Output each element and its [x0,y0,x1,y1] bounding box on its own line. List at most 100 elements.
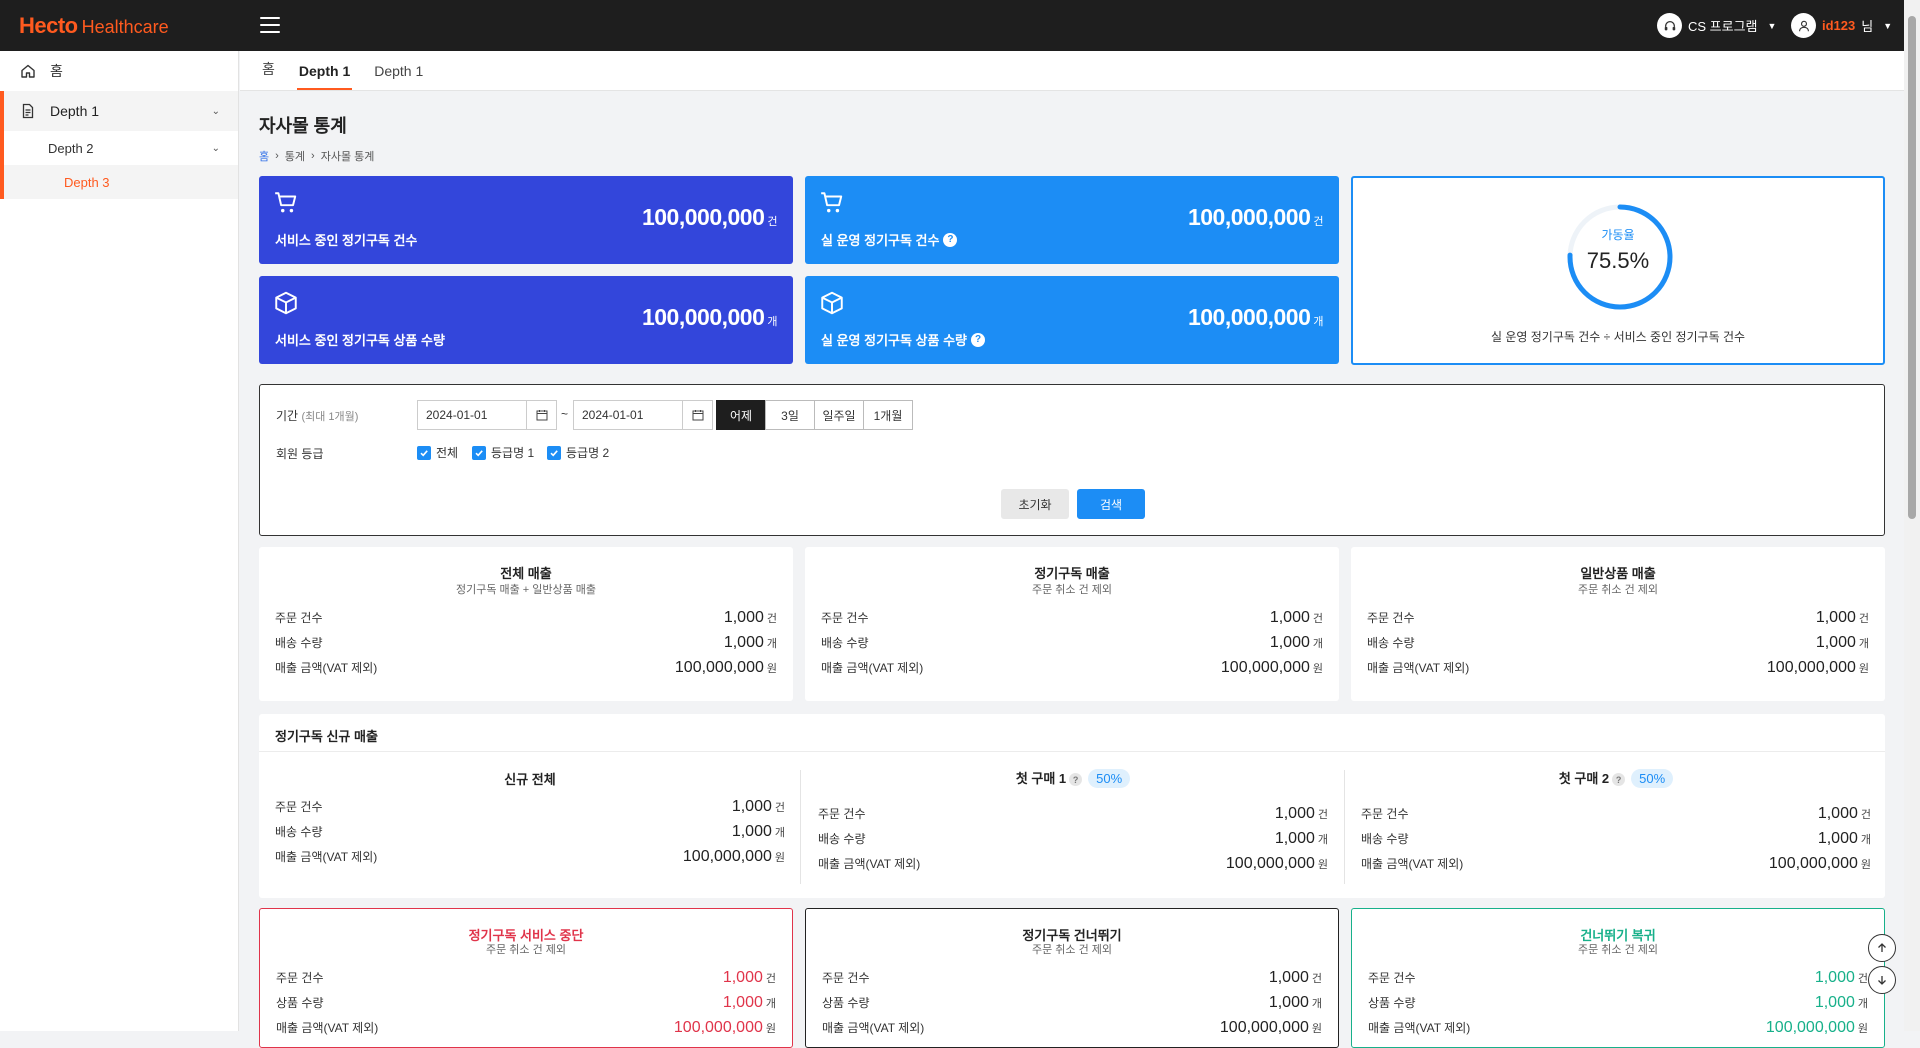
range-yesterday-button[interactable]: 어제 [716,400,766,430]
stat-row: 상품 수량 1,000 개 [276,994,776,1011]
brand-logo[interactable]: Hecto Healthcare [19,13,169,39]
breadcrumb-home[interactable]: 홈 [259,148,269,164]
new-sales-first-purchase-1-column: 첫 구매 1? 50% 주문 건수 1,000 건 배송 수량 1,000 개 매출 금액… [802,751,1344,898]
chevron-down-icon: ⌄ [211,142,220,154]
kpi-label: 실 운영 정기구독 건수? [821,230,958,249]
kpi-label: 실 운영 정기구독 상품 수량? [821,330,986,349]
scroll-bottom-button[interactable] [1868,966,1896,994]
column-title: 신규 전체 [504,772,556,787]
tab-depth1[interactable]: Depth 1 [372,63,425,90]
section-title: 정기구독 신규 매출 [275,729,378,744]
tab-bar: 홈 Depth 1 Depth 1 [240,51,1904,91]
breadcrumb-separator-icon: › [275,150,279,162]
kpi-value: 100,000,000 개 [641,304,778,330]
chevron-down-icon: ▼ [1883,20,1893,31]
user-icon [1791,13,1816,38]
sidebar-item-label: 홈 [50,63,63,79]
chevron-down-icon: ⌄ [211,105,220,117]
menu-toggle-icon[interactable] [260,17,280,33]
reset-button[interactable]: 초기화 [1001,489,1069,519]
document-icon [22,103,34,119]
headset-icon [1657,13,1682,38]
scroll-top-button[interactable] [1868,934,1896,962]
breadcrumb-item[interactable]: 통계 [285,148,305,164]
status-card-skip-return: 건너뛰기 복귀 주문 취소 건 제외 주문 건수 1,000 건 상품 수량 1,00… [1351,908,1885,1048]
date-to-input[interactable]: 2024-01-01 [573,400,713,430]
user-suffix: 님 [1861,19,1874,34]
page-scrollbar[interactable] [1904,0,1920,1031]
status-card-skip: 정기구독 건너뛰기 주문 취소 건 제외 주문 건수 1,000 건 상품 수량 1,… [805,908,1339,1048]
card-subtitle: 주문 취소 건 제외 [1577,944,1658,956]
grade-1-checkbox[interactable]: 등급명 1 [472,444,534,461]
scrollbar-thumb[interactable] [1908,16,1916,519]
stat-row: 매출 금액(VAT 제외) 100,000,000 원 [1368,1019,1868,1036]
new-sales-first-purchase-2-column: 첫 구매 2? 50% 주문 건수 1,000 건 배송 수량 1,000 개 매출 금액… [1345,751,1887,898]
tab-home[interactable]: 홈 [260,59,277,90]
card-subtitle: 주문 취소 건 제외 [1577,584,1658,596]
tab-depth1-active[interactable]: Depth 1 [296,63,353,90]
gauge-value: 75.5% [1586,248,1650,273]
grade-all-checkbox[interactable]: 전체 [417,444,458,461]
utilization-gauge-card: 가동율 75.5% 실 운영 정기구독 건수 ÷ 서비스 중인 정기구독 건수 [1351,176,1885,365]
stat-row: 주문 건수 1,000 건 [1367,609,1869,626]
chevron-down-icon: ▼ [1767,20,1777,31]
sidebar-item-depth1[interactable]: Depth 1 ⌄ [0,91,238,131]
help-icon[interactable]: ? [1612,773,1626,787]
sidebar-item-home[interactable]: 홈 [0,51,238,91]
date-from-input[interactable]: 2024-01-01 [417,400,557,430]
help-icon[interactable]: ? [943,232,958,247]
kpi-card-active-products: 서비스 중인 정기구독 상품 수량 100,000,000 개 [259,276,793,364]
card-title: 전체 매출 [500,566,552,581]
range-week-button[interactable]: 일주일 [814,400,864,430]
stat-row: 매출 금액(VAT 제외) 100,000,000 원 [822,1019,1322,1036]
sidebar-item-depth3[interactable]: Depth 3 [0,165,238,199]
stat-row: 배송 수량 1,000 개 [275,823,785,840]
stat-row: 매출 금액(VAT 제외) 100,000,000 원 [1367,659,1869,676]
grade-2-checkbox[interactable]: 등급명 2 [547,444,609,461]
kpi-card-operating-subscriptions: 실 운영 정기구독 건수? 100,000,000 건 [805,176,1339,264]
stat-row: 주문 건수 1,000 건 [1368,969,1868,986]
stat-row: 배송 수량 1,000 개 [818,830,1328,847]
cs-program-menu[interactable]: CS 프로그램 ▼ [1657,13,1776,38]
stat-row: 주문 건수 1,000 건 [1361,805,1871,822]
kpi-card-active-subscriptions: 서비스 중인 정기구독 건수 100,000,000 건 [259,176,793,264]
calendar-icon[interactable] [526,401,556,429]
sales-card-subscription: 정기구독 매출 주문 취소 건 제외 주문 건수 1,000 건 배송 수량 1,00… [805,547,1339,701]
user-menu[interactable]: id123 님 ▼ [1791,13,1892,38]
stat-row: 매출 금액(VAT 제외) 100,000,000 원 [276,1019,776,1036]
kpi-label: 서비스 중인 정기구독 건수 [275,233,418,248]
card-subtitle: 정기구독 매출 + 일반상품 매출 [455,584,597,596]
stat-row: 매출 금액(VAT 제외) 100,000,000 원 [821,659,1323,676]
period-label: 기간 (최대 1개월) [276,409,359,423]
user-id: id123 [1822,18,1856,33]
stat-row: 배송 수량 1,000 개 [275,634,777,651]
status-card-service-stop: 정기구독 서비스 중단 주문 취소 건 제외 주문 건수 1,000 건 상품 수량… [259,908,793,1048]
arrow-up-icon [1878,943,1886,952]
help-icon[interactable]: ? [1069,773,1083,787]
stat-row: 매출 금액(VAT 제외) 100,000,000 원 [275,659,777,676]
sales-card-total: 전체 매출 정기구독 매출 + 일반상품 매출 주문 건수 1,000 건 배송 수… [259,547,793,701]
calendar-icon[interactable] [682,401,712,429]
period-range-buttons: 어제 3일 일주일 1개월 [716,400,913,430]
sidebar-item-label: Depth 2 [48,140,94,156]
card-subtitle: 주문 취소 건 제외 [1031,944,1112,956]
card-title: 정기구독 매출 [1034,566,1110,581]
box-icon [275,291,297,315]
gauge-description: 실 운영 정기구독 건수 ÷ 서비스 중인 정기구독 건수 [1490,330,1746,344]
logo-word: Healthcare [81,17,169,37]
range-month-button[interactable]: 1개월 [863,400,913,430]
help-icon[interactable]: ? [971,332,986,347]
breadcrumb: 홈 › 통계 › 자사몰 통계 [259,148,1885,164]
range-3days-button[interactable]: 3일 [765,400,815,430]
cart-icon [821,192,843,213]
kpi-value: 100,000,000 건 [1187,204,1324,230]
search-button[interactable]: 검색 [1077,489,1145,519]
date-range-separator: ~ [561,407,569,421]
stat-row: 배송 수량 1,000 개 [1361,830,1871,847]
grade-label: 회원 등급 [276,447,324,461]
box-icon [821,291,843,315]
sidebar: 홈 Depth 1 ⌄ Depth 2 ⌄ Depth 3 [0,51,239,1031]
stat-row: 배송 수량 1,000 개 [821,634,1323,651]
sidebar-item-depth2[interactable]: Depth 2 ⌄ [0,131,238,165]
card-subtitle: 주문 취소 건 제외 [485,944,566,956]
